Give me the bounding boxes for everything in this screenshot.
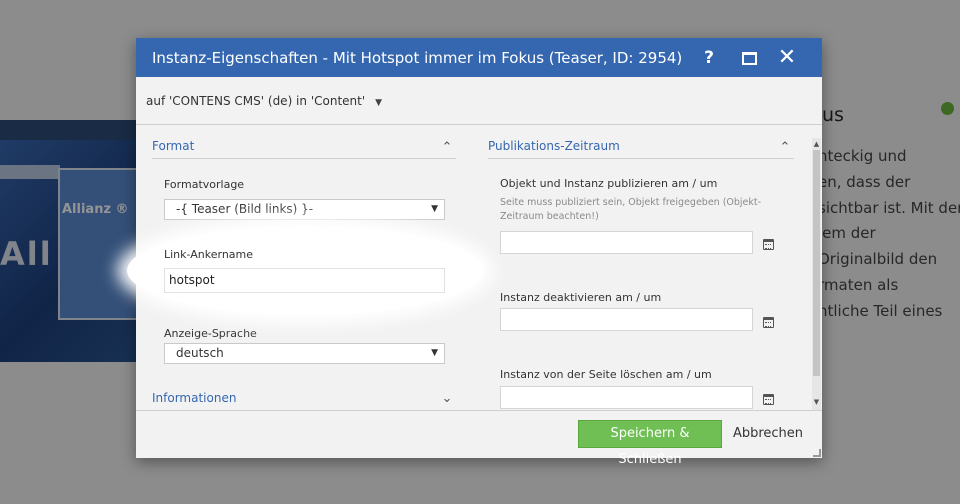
section-publication-title[interactable]: Publikations-Zeitraum xyxy=(488,139,620,153)
section-informationen-title[interactable]: Informationen xyxy=(152,391,236,405)
anchor-name-label: Link-Ankername xyxy=(164,248,254,261)
save-and-close-button[interactable]: Speichern & Schließen xyxy=(578,420,722,467)
help-button[interactable]: ? xyxy=(696,46,722,70)
display-language-select[interactable]: deutsch ▼ xyxy=(164,343,445,364)
caret-down-icon: ▼ xyxy=(375,98,383,108)
chevron-up-icon[interactable]: ⌃ xyxy=(778,141,792,155)
publish-date-input[interactable] xyxy=(500,231,753,254)
divider xyxy=(136,124,822,125)
deactivate-date-input[interactable] xyxy=(500,308,753,331)
location-text: auf 'CONTENS CMS' (de) in 'Content' xyxy=(146,94,366,108)
deactivate-label: Instanz deaktivieren am / um xyxy=(500,291,662,304)
publish-hint: Seite muss publiziert sein, Objekt freig… xyxy=(500,197,762,222)
display-language-label: Anzeige-Sprache xyxy=(164,327,257,340)
format-template-select[interactable]: -{ Teaser (Bild links) }- ▼ xyxy=(164,199,445,220)
footer-divider xyxy=(136,410,822,411)
chevron-down-icon[interactable]: ⌄ xyxy=(440,392,454,406)
close-button[interactable]: ✕ xyxy=(774,46,800,70)
dialog-title: Instanz-Eigenschaften - Mit Hotspot imme… xyxy=(152,49,683,67)
section-divider xyxy=(488,158,794,159)
maximize-icon xyxy=(741,52,757,65)
publish-label: Objekt und Instanz publizieren am / um xyxy=(500,177,718,190)
display-language-value: deutsch xyxy=(176,346,224,360)
calendar-icon[interactable] xyxy=(763,239,774,250)
scroll-down-arrow[interactable]: ▼ xyxy=(812,398,821,407)
dialog-titlebar[interactable]: Instanz-Eigenschaften - Mit Hotspot imme… xyxy=(136,38,822,77)
format-template-label: Formatvorlage xyxy=(164,178,245,191)
resize-grip[interactable] xyxy=(813,449,821,457)
maximize-button[interactable] xyxy=(736,46,762,70)
delete-date-input[interactable] xyxy=(500,386,753,409)
section-divider xyxy=(152,158,456,159)
caret-down-icon: ▼ xyxy=(431,204,438,214)
location-dropdown[interactable]: auf 'CONTENS CMS' (de) in 'Content' ▼ xyxy=(146,94,382,108)
scroll-up-arrow[interactable]: ▲ xyxy=(812,140,821,149)
calendar-icon[interactable] xyxy=(763,394,774,405)
scrollbar-thumb[interactable] xyxy=(813,150,820,376)
section-format-title[interactable]: Format xyxy=(152,139,194,153)
calendar-icon[interactable] xyxy=(763,317,774,328)
delete-label: Instanz von der Seite löschen am / um xyxy=(500,368,712,381)
caret-down-icon: ▼ xyxy=(431,348,438,358)
format-template-value: -{ Teaser (Bild links) }- xyxy=(176,202,314,216)
scrollbar[interactable]: ▲ ▼ xyxy=(812,138,821,410)
chevron-up-icon[interactable]: ⌃ xyxy=(440,141,454,155)
anchor-name-input[interactable]: hotspot xyxy=(164,268,445,293)
cancel-button[interactable]: Abbrechen xyxy=(732,420,804,448)
